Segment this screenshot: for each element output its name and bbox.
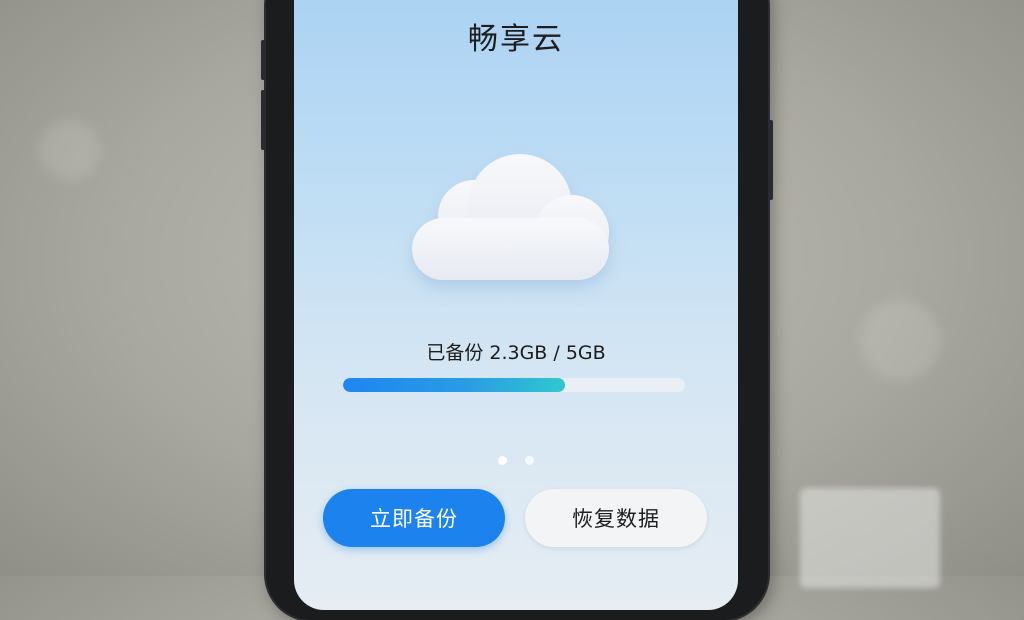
background-object [800,488,940,588]
page-indicator [294,450,738,469]
backup-now-button[interactable]: 立即备份 [323,489,505,547]
restore-data-button[interactable]: 恢复数据 [525,489,707,547]
app-screen: 畅享云 已备份 2.3GB / 5GB 立即备份 恢复数据 [294,0,738,610]
pager-dot [498,456,507,465]
cloud-icon [412,154,616,284]
pager-dot [525,456,534,465]
volume-button [261,40,266,80]
volume-button [261,90,266,150]
backup-status-label: 已备份 2.3GB / 5GB [426,342,606,364]
app-title: 畅享云 [468,22,564,57]
backup-progress-bar [343,378,685,392]
power-button [768,120,773,200]
background-blur [860,300,940,380]
backup-progress-fill [343,378,566,392]
background-blur [40,120,100,180]
